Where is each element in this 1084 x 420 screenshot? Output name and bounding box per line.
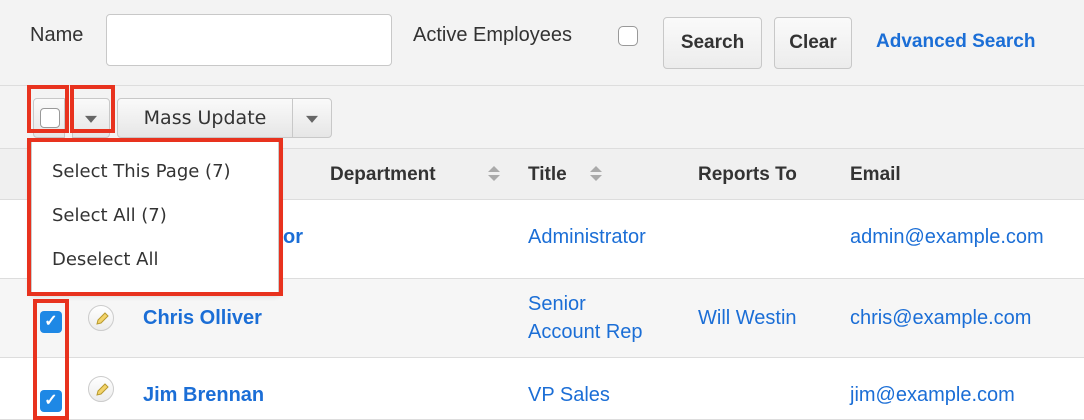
column-header-email[interactable]: Email	[850, 164, 901, 186]
column-header-department[interactable]: Department	[330, 164, 436, 186]
menu-item-select-all[interactable]: Select All (7)	[52, 205, 167, 226]
email-link[interactable]: admin@example.com	[850, 226, 1044, 249]
sort-icon[interactable]	[488, 163, 500, 185]
column-header-title[interactable]: Title	[528, 164, 567, 186]
reports-to-link[interactable]: Will Westin	[698, 307, 797, 330]
email-link[interactable]: jim@example.com	[850, 384, 1015, 407]
select-options-dropdown-button[interactable]	[72, 98, 110, 138]
mass-update-button[interactable]: Mass Update	[117, 98, 293, 138]
title-link[interactable]: Administrator	[528, 226, 646, 249]
clear-button[interactable]: Clear	[774, 17, 852, 69]
employee-name-link[interactable]: Jim Brennan	[143, 384, 264, 407]
employee-name-link[interactable]: or	[283, 226, 303, 249]
column-header-reports-to[interactable]: Reports To	[698, 164, 797, 186]
chevron-down-icon	[85, 115, 97, 123]
menu-item-deselect-all[interactable]: Deselect All	[52, 249, 158, 270]
pencil-icon[interactable]	[88, 305, 114, 331]
sort-icon[interactable]	[590, 163, 602, 185]
title-link[interactable]: Senior	[528, 293, 586, 316]
name-search-input[interactable]	[106, 14, 392, 66]
email-link[interactable]: chris@example.com	[850, 307, 1031, 330]
table-row: ✓ Jim Brennan VP Sales jim@example.com	[0, 358, 1084, 420]
list-toolbar: Mass Update	[0, 86, 1084, 148]
title-link-line2[interactable]: Account Rep	[528, 321, 643, 344]
employee-name-link[interactable]: Chris Olliver	[143, 307, 262, 330]
select-all-checkbox-button[interactable]	[33, 98, 65, 138]
row-checkbox[interactable]: ✓	[40, 390, 62, 412]
chevron-down-icon	[306, 115, 318, 123]
row-checkbox[interactable]: ✓	[40, 311, 62, 333]
pencil-icon[interactable]	[88, 376, 114, 402]
active-employees-label: Active Employees	[413, 24, 572, 46]
search-panel: Name Active Employees Search Clear Advan…	[0, 0, 1084, 86]
mass-update-dropdown-button[interactable]	[292, 98, 332, 138]
menu-item-select-this-page[interactable]: Select This Page (7)	[52, 161, 231, 182]
select-options-menu: Select This Page (7) Select All (7) Dese…	[31, 141, 279, 293]
advanced-search-link[interactable]: Advanced Search	[876, 31, 1035, 53]
active-employees-checkbox[interactable]	[618, 26, 638, 46]
search-button[interactable]: Search	[663, 17, 762, 69]
name-label: Name	[30, 24, 84, 46]
title-link[interactable]: VP Sales	[528, 384, 610, 407]
select-all-checkbox[interactable]	[40, 108, 60, 128]
